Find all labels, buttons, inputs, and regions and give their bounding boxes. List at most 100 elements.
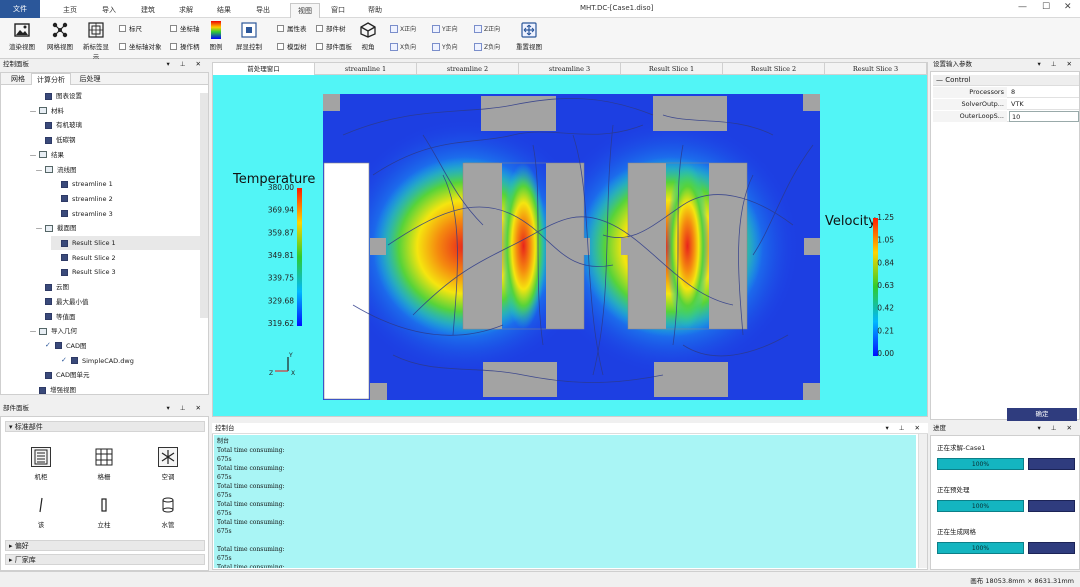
- vendor-library-section[interactable]: ▸ 厂家库: [5, 554, 205, 565]
- doc-tab[interactable]: streamline 2: [417, 63, 519, 75]
- axis-checkbox[interactable]: 坐标轴: [170, 23, 200, 33]
- handle-checkbox[interactable]: 操作柄: [170, 41, 200, 51]
- tree-node[interactable]: Result Slice 3: [51, 265, 116, 279]
- beam-item[interactable]: 该: [21, 495, 61, 529]
- tab-view[interactable]: 视图: [290, 3, 320, 18]
- column-item[interactable]: 立柱: [84, 495, 124, 529]
- check-icon[interactable]: ✓: [45, 342, 52, 349]
- model-tree-checkbox[interactable]: 模型树: [277, 41, 307, 51]
- property-row[interactable]: Processors 8: [933, 87, 1079, 98]
- doc-tab[interactable]: Result Slice 2: [723, 63, 825, 75]
- tree-node[interactable]: — 流线图: [35, 163, 77, 177]
- property-row[interactable]: OuterLoopS... 10: [933, 111, 1079, 122]
- pipe-item[interactable]: 水管: [148, 495, 188, 529]
- tree-node[interactable]: 最大最小值: [35, 295, 89, 309]
- preferences-section[interactable]: ▸ 偏好: [5, 540, 205, 551]
- control-group[interactable]: — Control: [933, 75, 1079, 86]
- tab-home[interactable]: 主页: [50, 3, 90, 18]
- tree-node[interactable]: CAD图单元: [35, 368, 90, 382]
- property-value[interactable]: VTK: [1009, 99, 1079, 110]
- view-angle-button[interactable]: 视角: [356, 21, 380, 51]
- console-scrollbar[interactable]: [918, 434, 927, 568]
- cfd-viewport[interactable]: Temperature 380.00369.94359.87349.81339.…: [213, 75, 927, 416]
- standard-components-section[interactable]: ▾ 标准部件: [5, 421, 205, 432]
- tree-node[interactable]: 增强视图: [29, 383, 76, 394]
- property-value[interactable]: 8: [1009, 87, 1079, 98]
- panel-header-buttons[interactable]: ▾ ⊥ ✕: [885, 423, 924, 434]
- expander-icon[interactable]: —: [29, 148, 37, 162]
- tab-mesh[interactable]: 网格: [5, 74, 31, 85]
- progress-cancel-button[interactable]: [1028, 500, 1075, 512]
- panel-header-buttons[interactable]: ▾ ⊥ ✕: [1037, 59, 1076, 70]
- tab-help[interactable]: 帮助: [360, 3, 390, 18]
- tree-scrollbar[interactable]: [200, 93, 208, 318]
- property-row[interactable]: SolverOutp... VTK: [933, 99, 1079, 110]
- property-table-checkbox[interactable]: 属性表: [277, 23, 307, 33]
- doc-tab[interactable]: Result Slice 1: [621, 63, 723, 75]
- expander-icon[interactable]: —: [35, 221, 43, 235]
- tab-building[interactable]: 建筑: [128, 3, 168, 18]
- tree-node[interactable]: — 导入几何: [29, 324, 77, 338]
- tree-node[interactable]: Result Slice 1: [51, 236, 208, 250]
- tab-solve[interactable]: 求解: [168, 3, 204, 18]
- render-view-button[interactable]: 渲染视图: [6, 21, 38, 51]
- x-negative-button[interactable]: X负向: [390, 42, 416, 51]
- tree-node[interactable]: 图表设置: [35, 89, 82, 103]
- confirm-button[interactable]: 确定: [1007, 408, 1077, 421]
- tree-node[interactable]: streamline 3: [51, 207, 113, 221]
- tab-import[interactable]: 导入: [90, 3, 128, 18]
- panel-header-buttons[interactable]: ▾ ⊥ ✕: [166, 403, 205, 414]
- maximize-button[interactable]: ☐: [1042, 2, 1050, 12]
- reset-view-button[interactable]: 重置视图: [512, 21, 546, 51]
- tree-node[interactable]: ✓ SimpleCAD.dwg: [51, 354, 134, 368]
- tree-node[interactable]: 等值面: [35, 310, 76, 324]
- doc-tab[interactable]: streamline 3: [519, 63, 621, 75]
- tree-node[interactable]: — 结果: [29, 148, 64, 162]
- minimize-button[interactable]: —: [1018, 2, 1027, 12]
- component-panel-checkbox[interactable]: 部件面板: [316, 41, 352, 51]
- tree-node[interactable]: 低碳钢: [35, 133, 76, 147]
- property-value[interactable]: 10: [1009, 111, 1079, 122]
- tab-file[interactable]: 文件: [0, 0, 40, 18]
- y-negative-button[interactable]: Y负向: [432, 42, 458, 51]
- z-positive-button[interactable]: Z正向: [474, 24, 500, 33]
- grille-item[interactable]: 格栅: [84, 447, 124, 481]
- tree-node[interactable]: streamline 1: [51, 177, 113, 191]
- expander-icon[interactable]: —: [29, 104, 37, 118]
- air-conditioner-item[interactable]: 空调: [148, 447, 188, 481]
- tab-window[interactable]: 窗口: [323, 3, 353, 18]
- progress-cancel-button[interactable]: [1028, 458, 1075, 470]
- panel-header-buttons[interactable]: ▾ ⊥ ✕: [166, 59, 205, 70]
- expander-icon[interactable]: —: [35, 163, 43, 177]
- doc-tab[interactable]: 前处理窗口: [213, 63, 315, 75]
- cabinet-item[interactable]: 机柜: [21, 447, 61, 481]
- tab-export[interactable]: 导出: [244, 3, 282, 18]
- new-tab-button[interactable]: 新标签显示: [80, 21, 112, 61]
- component-tree-checkbox[interactable]: 部件树: [316, 23, 346, 33]
- doc-tab[interactable]: streamline 1: [315, 63, 417, 75]
- z-negative-button[interactable]: Z负向: [474, 42, 500, 51]
- ruler-checkbox[interactable]: 标尺: [119, 23, 142, 33]
- legend-button[interactable]: 图例: [205, 21, 227, 51]
- tree-node[interactable]: ✓ CAD图: [35, 339, 87, 353]
- expander-icon[interactable]: —: [29, 324, 37, 338]
- tree-node[interactable]: — 截面图: [35, 221, 77, 235]
- y-positive-button[interactable]: Y正向: [432, 24, 458, 33]
- screen-control-button[interactable]: 屏显控制: [232, 21, 266, 51]
- tree-node[interactable]: streamline 2: [51, 192, 113, 206]
- close-button[interactable]: ✕: [1064, 2, 1072, 12]
- tree-node[interactable]: 云图: [35, 280, 69, 294]
- mesh-view-button[interactable]: 网格视图: [44, 21, 76, 51]
- tab-results[interactable]: 结果: [204, 3, 244, 18]
- tree-node[interactable]: — 材料: [29, 104, 64, 118]
- tree-node[interactable]: 有机玻璃: [35, 118, 82, 132]
- x-positive-button[interactable]: X正向: [390, 24, 416, 33]
- doc-tab[interactable]: Result Slice 3: [825, 63, 927, 75]
- tree-node[interactable]: Result Slice 2: [51, 251, 116, 265]
- panel-header-buttons[interactable]: ▾ ⊥ ✕: [1037, 423, 1076, 434]
- tab-postprocess[interactable]: 后处理: [73, 74, 107, 85]
- progress-cancel-button[interactable]: [1028, 542, 1075, 554]
- check-icon[interactable]: ✓: [61, 357, 68, 364]
- axis-object-checkbox[interactable]: 坐标轴对象: [119, 41, 162, 51]
- tab-analysis[interactable]: 计算分析: [31, 73, 71, 85]
